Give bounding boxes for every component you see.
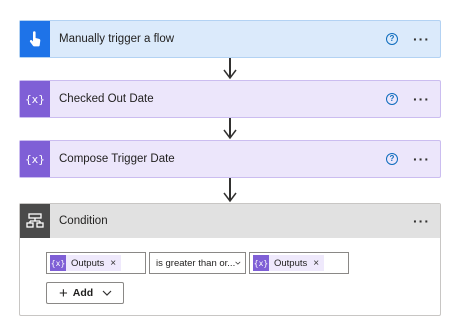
dynamic-content-token[interactable]: {x} Outputs × bbox=[50, 255, 122, 271]
connector-arrow bbox=[223, 58, 237, 80]
step-title: Manually trigger a flow bbox=[59, 33, 175, 45]
more-options-icon[interactable]: ··· bbox=[413, 32, 430, 46]
step-card-condition[interactable]: Condition ··· {x} Outputs × is greater t… bbox=[19, 203, 441, 316]
dynamic-content-token[interactable]: {x} Outputs × bbox=[253, 255, 325, 271]
add-label: Add bbox=[72, 287, 94, 299]
help-icon[interactable]: ? bbox=[386, 153, 398, 165]
help-icon[interactable]: ? bbox=[386, 93, 398, 105]
chevron-down-icon bbox=[102, 290, 112, 296]
compose-icon: {x} bbox=[253, 255, 269, 271]
left-operand-field[interactable]: {x} Outputs × bbox=[46, 252, 146, 274]
compose-icon: {x} bbox=[20, 141, 50, 177]
more-options-icon[interactable]: ··· bbox=[413, 214, 430, 228]
add-button[interactable]: + Add bbox=[46, 282, 124, 304]
compose-icon: {x} bbox=[50, 255, 66, 271]
step-title: Compose Trigger Date bbox=[59, 153, 175, 165]
help-icon[interactable]: ? bbox=[386, 33, 398, 45]
connector-arrow bbox=[223, 118, 237, 140]
more-options-icon[interactable]: ··· bbox=[413, 152, 430, 166]
step-card-checked-out-date[interactable]: {x} Checked Out Date ? ··· bbox=[19, 80, 441, 118]
operator-value: is greater than or... bbox=[156, 257, 236, 269]
svg-text:{x}: {x} bbox=[51, 259, 65, 268]
plus-icon: + bbox=[59, 284, 68, 302]
compose-icon: {x} bbox=[20, 81, 50, 117]
more-options-icon[interactable]: ··· bbox=[413, 92, 430, 106]
hand-touch-icon bbox=[20, 21, 50, 57]
svg-text:{x}: {x} bbox=[254, 259, 268, 268]
svg-text:{x}: {x} bbox=[26, 93, 44, 106]
step-title: Checked Out Date bbox=[59, 93, 154, 105]
remove-token-icon[interactable]: × bbox=[110, 258, 116, 269]
right-operand-field[interactable]: {x} Outputs × bbox=[249, 252, 349, 274]
chevron-down-icon bbox=[235, 261, 241, 265]
operator-dropdown[interactable]: is greater than or... bbox=[149, 252, 246, 274]
connector-arrow bbox=[223, 178, 237, 203]
svg-text:{x}: {x} bbox=[26, 153, 44, 166]
condition-icon bbox=[20, 204, 50, 238]
token-label: Outputs bbox=[71, 257, 105, 269]
remove-token-icon[interactable]: × bbox=[313, 258, 319, 269]
step-title: Condition bbox=[59, 215, 108, 227]
condition-row: {x} Outputs × is greater than or... {x} … bbox=[46, 252, 349, 274]
step-card-compose-trigger-date[interactable]: {x} Compose Trigger Date ? ··· bbox=[19, 140, 441, 178]
step-card-manual-trigger[interactable]: Manually trigger a flow ? ··· bbox=[19, 20, 441, 58]
token-label: Outputs bbox=[274, 257, 308, 269]
